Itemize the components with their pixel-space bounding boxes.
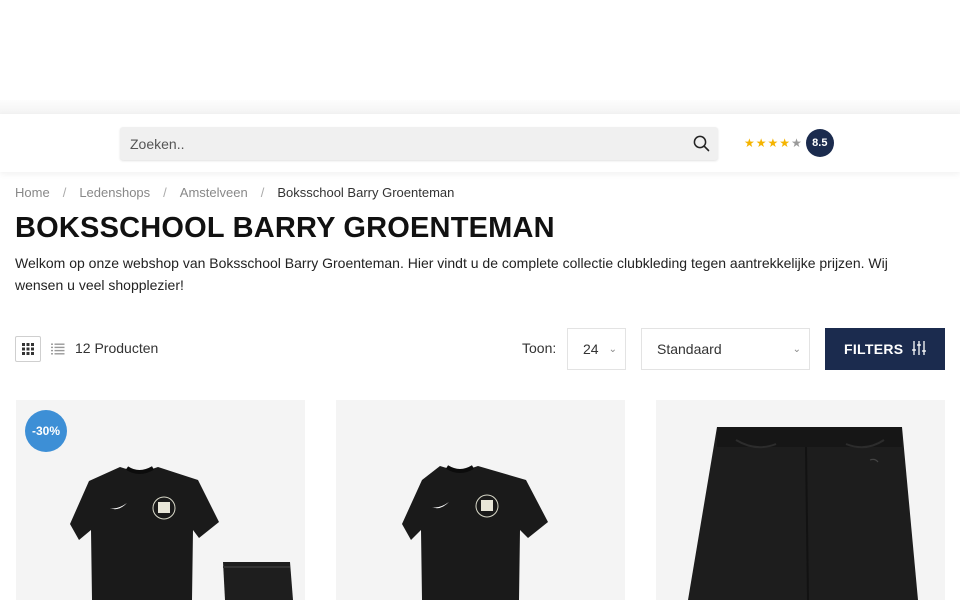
breadcrumb-separator: / xyxy=(163,185,167,200)
header-top-area xyxy=(0,0,960,100)
breadcrumb-home[interactable]: Home xyxy=(15,185,50,200)
sliders-icon xyxy=(912,341,926,355)
star-icon: ★ xyxy=(744,136,755,150)
star-icon: ★ xyxy=(779,136,791,150)
star-icon: ★ xyxy=(755,136,767,150)
list-icon xyxy=(51,343,65,355)
sort-value: Standaard xyxy=(657,341,722,357)
header-bar: ★ ★ ★ ★ ★ 8.5 xyxy=(0,114,960,172)
filters-button[interactable]: FILTERS xyxy=(825,328,945,370)
product-card[interactable] xyxy=(336,400,625,600)
grid-view-button[interactable] xyxy=(15,336,41,362)
search-button[interactable] xyxy=(684,127,718,160)
filters-label: FILTERS xyxy=(844,341,904,357)
product-toolbar: 12 Producten Toon: 24 ⌄ Standaard ⌄ FILT… xyxy=(15,328,945,370)
product-image-shorts xyxy=(688,427,918,600)
star-icon: ★ xyxy=(767,136,779,150)
chevron-down-icon: ⌄ xyxy=(608,344,617,355)
breadcrumb-current: Boksschool Barry Groenteman xyxy=(277,185,455,200)
per-page-value: 24 xyxy=(583,341,599,357)
discount-badge: -30% xyxy=(25,410,67,452)
show-label: Toon: xyxy=(522,340,557,356)
product-card[interactable] xyxy=(656,400,945,600)
rating-stars: ★ ★ ★ ★ ★ xyxy=(744,137,802,149)
shop-rating[interactable]: ★ ★ ★ ★ ★ 8.5 xyxy=(744,129,834,157)
breadcrumb-amstelveen[interactable]: Amstelveen xyxy=(180,185,248,200)
per-page-select[interactable]: 24 ⌄ xyxy=(567,328,626,370)
chevron-down-icon: ⌄ xyxy=(792,344,801,355)
search-input[interactable] xyxy=(120,127,684,160)
sort-select[interactable]: Standaard ⌄ xyxy=(641,328,810,370)
rating-score-badge: 8.5 xyxy=(805,129,834,157)
product-count: 12 Producten xyxy=(75,340,159,356)
breadcrumb: Home / Ledenshops / Amstelveen / Bokssch… xyxy=(15,185,454,200)
grid-icon xyxy=(22,343,34,355)
page-intro: Welkom op onze webshop van Boksschool Ba… xyxy=(15,255,888,293)
breadcrumb-ledenshops[interactable]: Ledenshops xyxy=(79,185,150,200)
breadcrumb-separator: / xyxy=(260,185,265,200)
product-card[interactable]: -30% xyxy=(16,400,305,600)
breadcrumb-separator: / xyxy=(62,185,67,200)
search-icon xyxy=(693,135,709,152)
header-divider xyxy=(0,100,960,114)
list-view-button[interactable] xyxy=(51,336,67,362)
page-title: BOKSSCHOOL BARRY GROENTEMAN xyxy=(15,212,555,244)
search-box xyxy=(120,127,718,160)
product-image-shirt xyxy=(402,465,548,600)
star-icon: ★ xyxy=(791,136,802,150)
